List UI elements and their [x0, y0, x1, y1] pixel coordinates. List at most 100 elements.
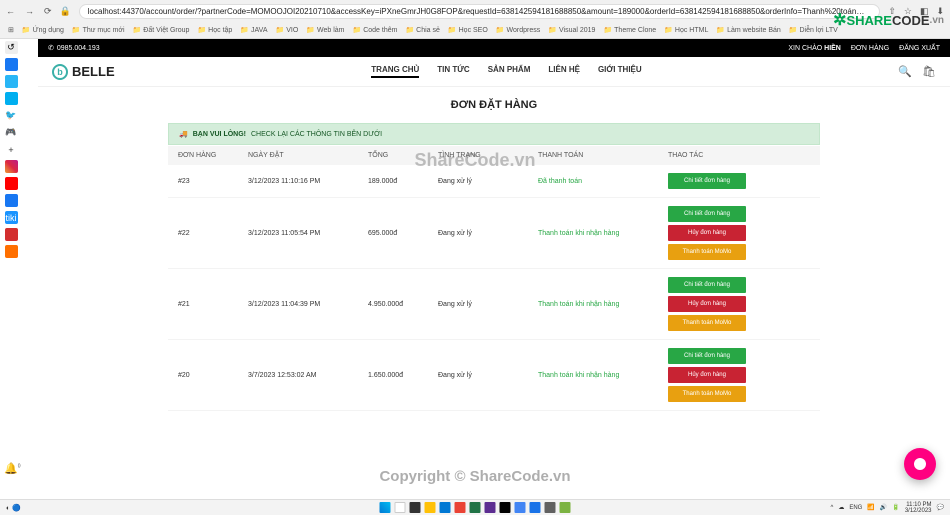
cart-icon[interactable]: 🛍 [922, 65, 936, 78]
cancel-button[interactable]: Hủy đơn hàng [668, 225, 746, 241]
nav-about[interactable]: GIỚI THIỆU [598, 65, 642, 78]
nav-products[interactable]: SẢN PHẨM [488, 65, 531, 78]
url-bar[interactable]: localhost:44370/account/order/?partnerCo… [79, 4, 881, 19]
bookmark-item[interactable]: 📁 VIO [275, 26, 298, 34]
momo-button[interactable]: Thanh toán MoMo [668, 315, 746, 331]
bookmark-item[interactable]: 📁 Làm website Bán [716, 26, 780, 34]
search-icon[interactable] [395, 502, 406, 513]
plus-icon[interactable]: + [5, 143, 18, 156]
bookmark-item[interactable]: 📁 Chia sẻ [405, 26, 439, 34]
vs-icon[interactable] [485, 502, 496, 513]
app-icon[interactable] [5, 228, 18, 241]
bookmark-item[interactable]: 📁 Code thêm [352, 26, 397, 34]
app-icon[interactable] [530, 502, 541, 513]
nav-contact[interactable]: LIÊN HỆ [548, 65, 580, 78]
momo-button[interactable]: Thanh toán MoMo [668, 244, 746, 260]
onedrive-icon[interactable]: ☁ [838, 504, 844, 511]
bookmark-item[interactable]: 📁 Học tập [197, 26, 232, 34]
order-id: #20 [178, 372, 248, 379]
notifications-icon[interactable]: 💬 [937, 504, 944, 511]
welcome-text: XIN CHÀO HIỀN [788, 45, 841, 52]
detail-button[interactable]: Chi tiết đơn hàng [668, 348, 746, 364]
bookmark-item[interactable]: 📁 Ứng dụng [22, 26, 64, 34]
cancel-button[interactable]: Hủy đơn hàng [668, 367, 746, 383]
order-row: #21 3/12/2023 11:04:39 PM 4.950.000đ Đan… [168, 269, 820, 340]
search-icon[interactable]: 🔍 [898, 65, 912, 78]
col-date: NGÀY ĐẶT [248, 152, 368, 159]
youtube-icon[interactable] [5, 177, 18, 190]
order-actions: Chi tiết đơn hàng Hủy đơn hàng Thanh toán … [668, 348, 810, 402]
chrome-icon[interactable] [455, 502, 466, 513]
bookmark-item[interactable]: 📁 Học SEO [448, 26, 488, 34]
nav-home[interactable]: TRANG CHỦ [371, 65, 419, 78]
clock[interactable]: 11:10 PM 3/12/2023 [905, 502, 932, 514]
bookmark-item[interactable]: 📁 Visual 2019 [548, 26, 595, 34]
app-icon[interactable] [545, 502, 556, 513]
twitter-icon[interactable]: 🐦 [5, 109, 18, 122]
skype-icon[interactable] [5, 92, 18, 105]
battery-icon[interactable]: 🔋 [892, 504, 899, 511]
app-icon[interactable] [560, 502, 571, 513]
edge-icon[interactable] [440, 502, 451, 513]
volume-icon[interactable]: 🔊 [880, 504, 887, 511]
apps-icon[interactable]: ⊞ [8, 26, 14, 34]
order-payment: Thanh toán khi nhận hàng [538, 372, 668, 379]
language-indicator[interactable]: ENG [849, 505, 862, 511]
momo-button[interactable]: Thanh toán MoMo [668, 386, 746, 402]
order-row: #20 3/7/2023 12:53:02 AM 1.650.000đ Đang… [168, 340, 820, 411]
bookmark-item[interactable]: 📁 Diễn lợi LTV [789, 26, 838, 34]
reload-icon[interactable]: ⟳ [44, 6, 52, 17]
messenger-icon[interactable] [5, 58, 18, 71]
taskview-icon[interactable] [410, 502, 421, 513]
tiki-icon[interactable]: tiki [5, 211, 18, 224]
detail-button[interactable]: Chi tiết đơn hàng [668, 206, 746, 222]
order-actions: Chi tiết đơn hàng Hủy đơn hàng Thanh toán … [668, 277, 810, 331]
excel-icon[interactable] [470, 502, 481, 513]
wifi-icon[interactable]: 📶 [867, 504, 874, 511]
bookmark-item[interactable]: 📁 Thư mục mới [72, 26, 125, 34]
notification-bell-icon[interactable]: 🔔0 [4, 462, 20, 475]
widgets-icon[interactable]: ◐ 🔵 [6, 504, 21, 512]
explorer-icon[interactable] [425, 502, 436, 513]
col-payment: THANH TOÁN [538, 152, 668, 159]
terminal-icon[interactable] [500, 502, 511, 513]
logout-link[interactable]: ĐĂNG XUẤT [899, 45, 940, 52]
bookmark-item[interactable]: 📁 Đất Việt Group [133, 26, 190, 34]
detail-button[interactable]: Chi tiết đơn hàng [668, 173, 746, 189]
detail-button[interactable]: Chi tiết đơn hàng [668, 277, 746, 293]
nav-news[interactable]: TIN TỨC [437, 65, 469, 78]
col-action: THAO TÁC [668, 152, 810, 159]
order-total: 1.650.000đ [368, 372, 438, 379]
forward-icon[interactable]: → [25, 6, 34, 17]
main-nav: TRANG CHỦ TIN TỨC SẢN PHẨM LIÊN HỆ GIỚI … [371, 65, 641, 78]
facebook-icon[interactable] [5, 194, 18, 207]
app-icon[interactable] [5, 245, 18, 258]
bookmark-item[interactable]: 📁 Theme Clone [603, 26, 656, 34]
order-total: 4.950.000đ [368, 301, 438, 308]
windows-taskbar: ◐ 🔵 ^ ☁ ENG 📶 🔊 🔋 11:10 PM 3/12/2023 💬 [0, 499, 950, 515]
order-total: 189.000đ [368, 178, 438, 185]
app-icon[interactable] [515, 502, 526, 513]
telegram-icon[interactable] [5, 75, 18, 88]
brand-logo[interactable]: b BELLE [52, 64, 115, 80]
order-status: Đang xử lý [438, 230, 538, 237]
col-order: ĐƠN HÀNG [178, 152, 248, 159]
bookmark-item[interactable]: 📁 JAVA [240, 26, 267, 34]
phone-number: ✆ 0985.004.193 [48, 44, 100, 52]
back-icon[interactable]: ← [6, 6, 15, 17]
order-id: #21 [178, 301, 248, 308]
orders-link[interactable]: ĐƠN HÀNG [851, 45, 889, 52]
col-status: TÌNH TRẠNG [438, 152, 538, 159]
bookmark-item[interactable]: 📁 Web làm [306, 26, 344, 34]
start-icon[interactable] [380, 502, 391, 513]
logo-icon: b [52, 64, 68, 80]
order-id: #23 [178, 178, 248, 185]
cancel-button[interactable]: Hủy đơn hàng [668, 296, 746, 312]
chat-fab[interactable] [904, 448, 936, 480]
instagram-icon[interactable] [5, 160, 18, 173]
tray-chevron-icon[interactable]: ^ [831, 505, 834, 511]
bookmark-item[interactable]: 📁 Học HTML [664, 26, 708, 34]
restore-icon[interactable]: ↺ [5, 41, 18, 54]
bookmark-item[interactable]: 📁 Wordpress [496, 26, 540, 34]
xbox-icon[interactable]: 🎮 [5, 126, 18, 139]
